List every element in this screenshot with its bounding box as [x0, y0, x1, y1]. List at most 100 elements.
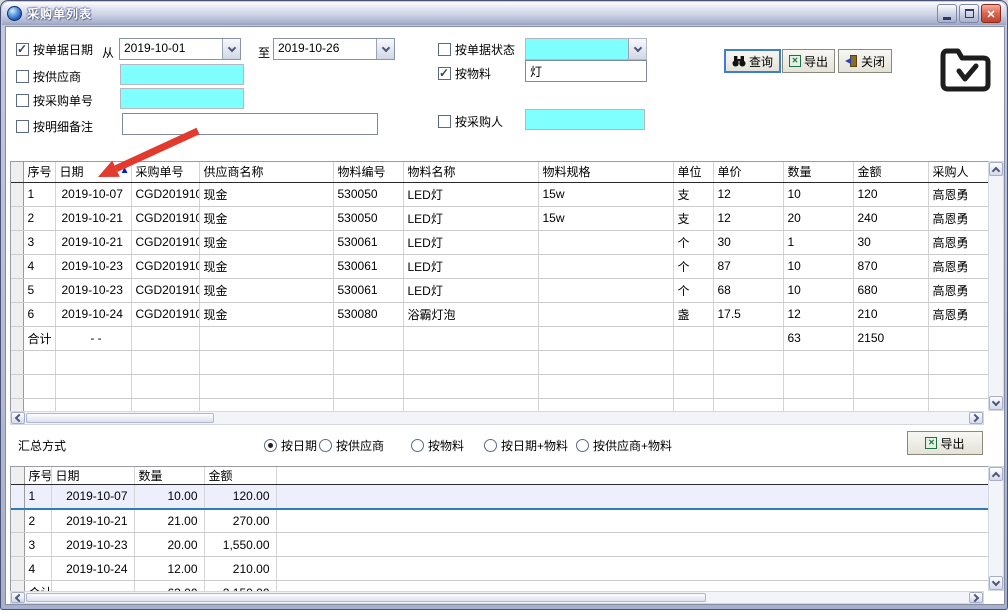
cell[interactable]: 2019-10-07	[55, 182, 131, 206]
cell[interactable]: 530061	[333, 278, 403, 302]
cell[interactable]: 个	[673, 254, 713, 278]
summary-export-button[interactable]: 导出	[907, 431, 983, 455]
cell[interactable]: 120.00	[204, 485, 276, 509]
table-row[interactable]: 62019-10-24CGD2019100现金530080浴霸灯泡盏17.512…	[11, 302, 988, 326]
total-row[interactable]: 合计- -632150	[11, 326, 988, 350]
summary-table-vscrollbar[interactable]	[988, 466, 1004, 591]
date-to-combo[interactable]: 2019-10-26	[273, 38, 395, 60]
doc-status-value[interactable]	[526, 39, 628, 59]
cell[interactable]: 210	[853, 302, 928, 326]
filter-by-detail-note[interactable]: 按明细备注	[16, 118, 93, 135]
cell[interactable]: 10.00	[134, 485, 204, 509]
cell[interactable]: CGD2019100	[131, 278, 199, 302]
cell[interactable]: 1	[23, 182, 55, 206]
cell[interactable]	[23, 374, 55, 398]
cell[interactable]	[538, 278, 673, 302]
date-from-combo[interactable]: 2019-10-01	[119, 38, 241, 60]
cell[interactable]: 20	[783, 206, 853, 230]
filter-by-doc-status[interactable]: 按单据状态	[438, 41, 515, 58]
cell[interactable]	[673, 350, 713, 374]
cell[interactable]: 支	[673, 206, 713, 230]
cell[interactable]	[131, 326, 199, 350]
close-button[interactable]	[981, 4, 1001, 23]
cell[interactable]	[55, 374, 131, 398]
table-row[interactable]: 32019-10-2320.001,550.00	[11, 533, 988, 557]
col-header-qty[interactable]: 数量	[783, 162, 853, 182]
cell[interactable]: 1,550.00	[204, 533, 276, 557]
cell[interactable]: 12	[713, 206, 783, 230]
cell[interactable]: 高恩勇	[928, 254, 988, 278]
cell[interactable]	[131, 350, 199, 374]
cell[interactable]	[333, 350, 403, 374]
scroll-right-button[interactable]	[969, 592, 983, 603]
cell[interactable]	[403, 326, 538, 350]
doc-status-dropdown-button[interactable]	[628, 39, 646, 59]
cell[interactable]: 530050	[333, 206, 403, 230]
col-header-supplier[interactable]: 供应商名称	[199, 162, 333, 182]
cell[interactable]: 210.00	[204, 557, 276, 581]
col-header-seq[interactable]: 序号	[24, 467, 51, 485]
cell[interactable]	[853, 398, 928, 411]
cell[interactable]	[538, 326, 673, 350]
cell[interactable]: 2019-10-23	[55, 254, 131, 278]
filter-by-purchaser[interactable]: 按采购人	[438, 113, 503, 130]
cell[interactable]: 63.00	[134, 581, 204, 592]
cell[interactable]: 530061	[333, 254, 403, 278]
doc-status-combo[interactable]	[525, 38, 647, 60]
cell[interactable]: 现金	[199, 230, 333, 254]
cell[interactable]: 530050	[333, 182, 403, 206]
cell[interactable]	[538, 350, 673, 374]
scroll-down-button[interactable]	[989, 396, 1003, 410]
scroll-up-button[interactable]	[989, 467, 1003, 481]
cell[interactable]: 现金	[199, 206, 333, 230]
cell[interactable]: 12.00	[134, 557, 204, 581]
cell[interactable]	[783, 374, 853, 398]
cell[interactable]	[783, 398, 853, 411]
cell[interactable]: LED灯	[403, 278, 538, 302]
cell[interactable]: LED灯	[403, 182, 538, 206]
cell[interactable]: 870	[853, 254, 928, 278]
checkbox-by-purchaser[interactable]	[438, 115, 451, 128]
summary-table-hscrollbar[interactable]	[10, 591, 984, 604]
maximize-button[interactable]	[959, 4, 979, 23]
checkbox-by-detail-note[interactable]	[16, 120, 29, 133]
col-header-po-number[interactable]: 采购单号	[131, 162, 199, 182]
cell[interactable]	[55, 398, 131, 411]
col-header-purchaser[interactable]: 采购人	[928, 162, 988, 182]
cell[interactable]	[928, 374, 988, 398]
cell[interactable]: 高恩勇	[928, 278, 988, 302]
cell[interactable]: 3	[23, 230, 55, 254]
col-header-date[interactable]: 日期▲	[55, 162, 131, 182]
col-header-amount[interactable]: 金额	[853, 162, 928, 182]
filter-by-material[interactable]: 按物料	[438, 65, 491, 82]
col-header-amount[interactable]: 金额	[204, 467, 276, 485]
cell[interactable]: 6	[23, 302, 55, 326]
radio-icon[interactable]	[264, 439, 277, 452]
cell[interactable]	[673, 374, 713, 398]
cell[interactable]	[199, 374, 333, 398]
cell[interactable]	[538, 230, 673, 254]
main-table-hscrollbar[interactable]	[10, 411, 984, 425]
cell[interactable]: 4	[24, 557, 51, 581]
cell[interactable]	[928, 326, 988, 350]
cell[interactable]: 盏	[673, 302, 713, 326]
hscroll-thumb[interactable]	[26, 413, 214, 423]
table-row[interactable]: 32019-10-21CGD2019100现金530061LED灯个30130高…	[11, 230, 988, 254]
cell[interactable]	[131, 398, 199, 411]
cell[interactable]: - -	[55, 326, 131, 350]
cell[interactable]	[333, 398, 403, 411]
main-table-vscrollbar[interactable]	[988, 161, 1004, 411]
cell[interactable]	[853, 374, 928, 398]
cell[interactable]: 17.5	[713, 302, 783, 326]
cell[interactable]: 2019-10-24	[55, 302, 131, 326]
cell[interactable]: 12	[713, 182, 783, 206]
cell[interactable]	[276, 533, 988, 557]
material-input[interactable]: 灯	[525, 60, 647, 82]
cell[interactable]: 5	[23, 278, 55, 302]
col-header-material-name[interactable]: 物料名称	[403, 162, 538, 182]
date-to-value[interactable]: 2019-10-26	[274, 39, 376, 59]
cell[interactable]	[713, 398, 783, 411]
titlebar[interactable]: 采购单列表	[2, 2, 1006, 25]
cell[interactable]: 个	[673, 230, 713, 254]
cell[interactable]: 支	[673, 182, 713, 206]
